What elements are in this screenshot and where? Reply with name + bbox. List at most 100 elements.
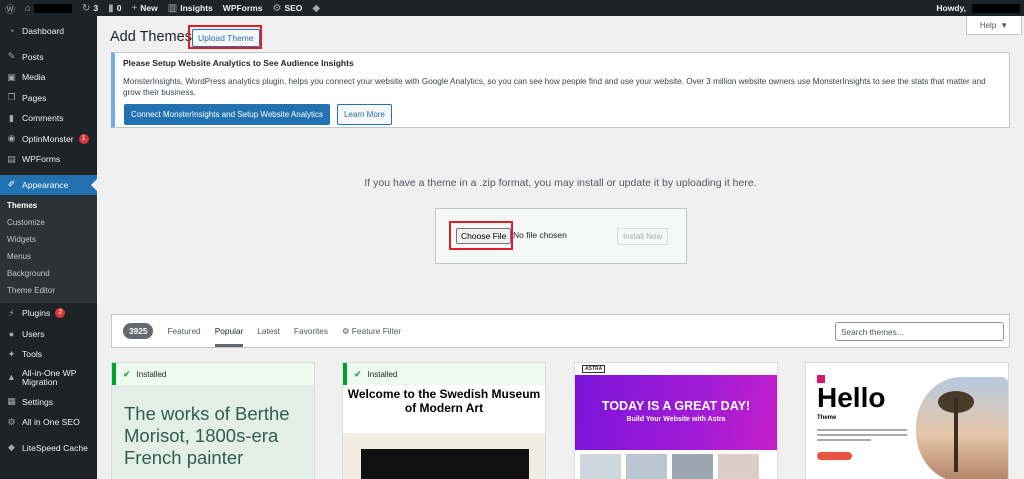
submenu-theme-editor[interactable]: Theme Editor <box>0 282 97 299</box>
howdy-label: Howdy, <box>936 3 966 13</box>
theme-preview-photo <box>916 377 1008 479</box>
comments-button[interactable]: ▮ 0 <box>103 0 126 16</box>
new-label: New <box>140 3 158 13</box>
submenu-menus[interactable]: Menus <box>0 248 97 265</box>
notice-title: Please Setup Website Analytics to See Au… <box>123 58 354 68</box>
sidebar-label: Plugins <box>22 308 51 319</box>
main-content: Help ▼ Add Themes Upload Theme Please Set… <box>97 16 1024 479</box>
help-label: Help <box>979 20 997 30</box>
comment-bubble-icon: ▮ <box>108 2 114 14</box>
installed-label: Installed <box>136 369 167 379</box>
sidebar-label: LiteSpeed Cache <box>22 442 88 453</box>
account-button[interactable]: Howdy, <box>931 0 1024 16</box>
theme-preview-button <box>817 452 852 460</box>
installed-banner: ✔ Installed <box>112 363 314 385</box>
notice-body: MonsterInsights, WordPress analytics plu… <box>123 77 986 98</box>
sidebar-item-posts[interactable]: ✎ Posts <box>0 47 97 68</box>
theme-count: 3925 <box>123 323 154 339</box>
sidebar-item-plugins[interactable]: ⚡ Plugins 2 <box>0 303 97 324</box>
astra-logo: ASTRA <box>582 365 606 373</box>
comments-count: 0 <box>116 3 122 13</box>
sidebar-item-appearance[interactable]: ✐ Appearance <box>0 174 97 195</box>
analytics-notice: Please Setup Website Analytics to See Au… <box>111 52 1010 128</box>
new-button[interactable]: + New <box>126 0 162 16</box>
sidebar-label: Tools <box>22 349 43 360</box>
sidebar-label: Dashboard <box>22 26 65 37</box>
checkmark-icon: ✔ <box>354 368 362 379</box>
sidebar-label: Comments <box>22 113 64 124</box>
updates-button[interactable]: ↻ 3 <box>77 0 103 16</box>
sidebar-item-tools[interactable]: ✦ Tools <box>0 344 97 365</box>
tab-latest[interactable]: Latest <box>257 326 280 336</box>
theme-filter-bar: 3925 Featured Popular Latest Favorites ⚙… <box>111 314 1010 348</box>
checkmark-icon: ✔ <box>123 368 131 379</box>
theme-preview-photos <box>575 450 777 479</box>
wp-logo-button[interactable]: Ⓦ <box>0 0 20 16</box>
submenu-widgets[interactable]: Widgets <box>0 231 97 248</box>
theme-preview-subline: Build Your Website with Astra <box>626 416 726 423</box>
connect-monsterinsights-button[interactable]: Connect MonsterInsights and Setup Websit… <box>124 104 330 125</box>
sidebar-item-litespeed[interactable]: ◆ LiteSpeed Cache <box>0 438 97 459</box>
submenu-themes[interactable]: Themes <box>0 197 97 214</box>
sidebar-item-comments[interactable]: ▮ Comments <box>0 108 97 129</box>
pin-icon: ✎ <box>7 51 16 62</box>
wpforms-label: WPForms <box>222 3 263 13</box>
updates-icon: ↻ <box>82 2 91 14</box>
paintbrush-icon: ✐ <box>7 179 16 190</box>
theme-card[interactable]: ASTRA TODAY IS A GREAT DAY! Build Your W… <box>574 362 778 479</box>
sidebar-item-dashboard[interactable]: ◔ Dashboard <box>0 21 97 42</box>
sidebar-item-all-in-one-migration[interactable]: ▲ All-in-One WP Migration <box>0 365 97 392</box>
tab-popular[interactable]: Popular <box>214 326 244 347</box>
installed-banner: ✔ Installed <box>343 363 545 385</box>
wpforms-button[interactable]: WPForms <box>218 0 268 16</box>
migration-icon: ▲ <box>7 372 16 383</box>
dashboard-icon: ◔ <box>8 26 15 37</box>
help-tab-button[interactable]: Help ▼ <box>966 16 1022 35</box>
sidebar-item-media[interactable]: ▣ Media <box>0 67 97 88</box>
feature-filter-button[interactable]: ⚙ Feature Filter <box>342 326 401 336</box>
sidebar-item-optinmonster[interactable]: ◉ OptinMonster 1 <box>0 129 97 150</box>
tab-featured[interactable]: Featured <box>167 326 200 336</box>
theme-preview-headline: TODAY IS A GREAT DAY! <box>601 399 751 413</box>
admin-sidebar: ◔ Dashboard ✎ Posts ▣ Media ❐ Pages ▮ Comment… <box>0 16 97 479</box>
theme-preview-heading: Welcome to the Swedish Museum of Modern … <box>347 387 541 415</box>
sidebar-item-wpforms[interactable]: ▤ WPForms <box>0 149 97 170</box>
optinmonster-badge: 1 <box>78 133 89 144</box>
site-name-button[interactable]: ⌂ <box>20 0 77 16</box>
sidebar-label: Pages <box>22 92 47 103</box>
theme-card[interactable]: ✔ Installed The works of Berthe Morisot, … <box>111 362 315 479</box>
tab-favorites[interactable]: Favorites <box>294 326 328 336</box>
theme-preview-lines <box>817 429 907 444</box>
pages-icon: ❐ <box>7 92 16 103</box>
seo-icon: ⚙ <box>7 416 16 427</box>
install-now-button[interactable]: Install Now <box>617 228 669 245</box>
sidebar-label: Media <box>22 72 46 83</box>
seo-button[interactable]: ⚙ SEO <box>267 0 307 16</box>
gear-icon: ⚙ <box>342 326 350 336</box>
sidebar-label: Posts <box>22 51 44 62</box>
media-icon: ▣ <box>7 71 16 82</box>
sidebar-label: All in One SEO <box>22 417 80 428</box>
sidebar-item-settings[interactable]: ▦ Settings <box>0 392 97 413</box>
sidebar-item-all-in-one-seo[interactable]: ⚙ All in One SEO <box>0 412 97 433</box>
theme-preview-sub: Theme <box>817 415 837 421</box>
highlight-box-choose-file <box>449 221 513 250</box>
theme-preview-hero: TODAY IS A GREAT DAY! Build Your Website… <box>575 375 777 450</box>
wpforms-icon: ▤ <box>7 153 16 164</box>
search-themes-input[interactable]: Search themes... <box>835 322 1004 341</box>
submenu-customize[interactable]: Customize <box>0 214 97 231</box>
theme-preview-hello: Hello <box>817 382 886 413</box>
theme-card[interactable]: ✔ Installed Welcome to the Swedish Museum… <box>342 362 546 479</box>
submenu-background[interactable]: Background <box>0 265 97 282</box>
insights-label: Insights <box>180 3 213 13</box>
redacted-username <box>972 3 1020 13</box>
sidebar-item-pages[interactable]: ❐ Pages <box>0 88 97 109</box>
insights-button[interactable]: ▥ Insights <box>163 0 218 16</box>
plug-icon: ⚡ <box>8 307 15 318</box>
litespeed-button[interactable]: ◆ <box>307 0 325 16</box>
updates-count: 3 <box>93 3 99 13</box>
theme-card[interactable]: Hello Theme <box>805 362 1009 479</box>
learn-more-button[interactable]: Learn More <box>336 104 392 125</box>
sidebar-item-users[interactable]: ● Users <box>0 324 97 345</box>
litespeed-icon: ◆ <box>8 442 15 453</box>
